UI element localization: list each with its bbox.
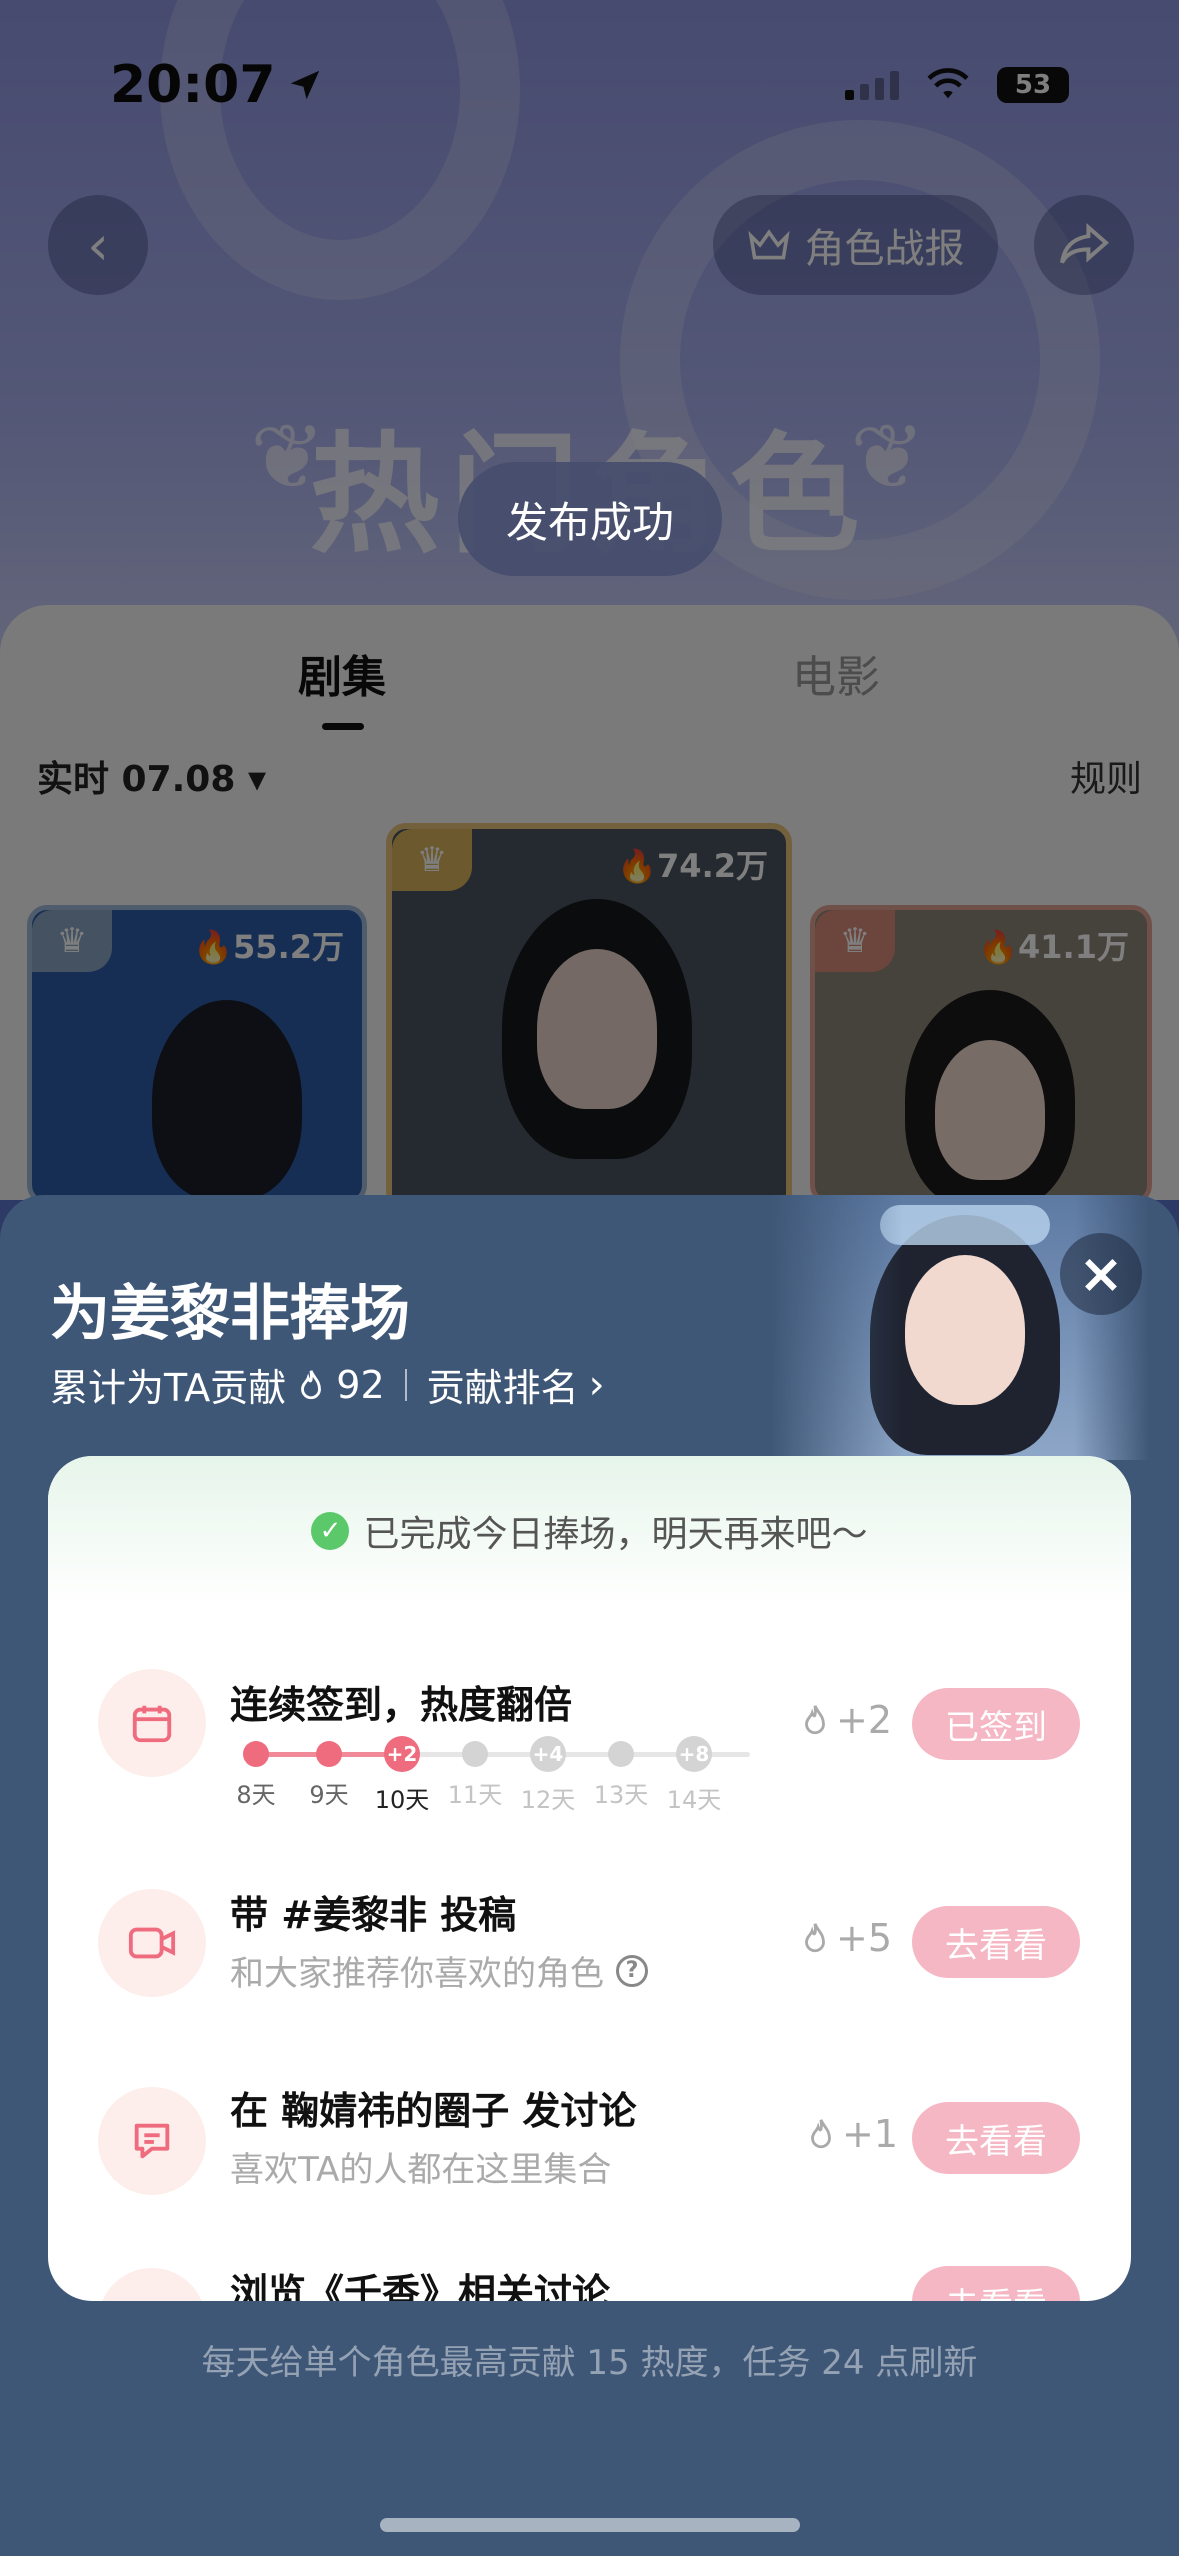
flame-icon <box>805 1705 825 1735</box>
task-desc-text: 和大家推荐你喜欢的角色 <box>230 1954 604 1994</box>
task-checkin: 连续签到，热度翻倍 8天 9天 +2 10天 11天 +4 12天 13天 +8… <box>48 1656 1131 1826</box>
contribution-value: 92 <box>336 1362 385 1407</box>
modal-overlay[interactable] <box>0 0 1179 1200</box>
task-desc: 喜欢TA的人都在这里集合 <box>230 2142 611 2191</box>
task-title: 连续签到，热度翻倍 <box>230 1683 573 1727</box>
task-title: 在 鞠婧祎的圈子 发讨论 <box>230 2089 637 2133</box>
streak-day: +4 12天 <box>512 1735 584 1815</box>
completion-message: 已完成今日捧场，明天再来吧～ <box>363 1514 868 1555</box>
sheet-footer-note: 每天给单个角色最高贡献 15 热度，任务 24 点刷新 <box>201 2343 978 2383</box>
streak-day: 8天 <box>220 1735 292 1810</box>
flame-icon <box>301 1369 322 1399</box>
task-points: +5 <box>800 1916 892 1960</box>
contribution-summary: 累计为TA贡献 92 贡献排名 › <box>50 1357 605 1412</box>
flame-icon <box>805 1923 825 1953</box>
flame-icon <box>811 2119 831 2149</box>
streak-day-label: 13天 <box>593 1781 649 1809</box>
go-see-button[interactable]: 去看看 <box>912 2266 1080 2301</box>
streak-day: 11天 <box>439 1735 511 1810</box>
browse-icon <box>98 2268 206 2301</box>
toast-message: 发布成功 <box>458 462 722 576</box>
video-camera-icon <box>98 1889 206 1997</box>
streak-dot <box>316 1741 342 1767</box>
completion-banner: ✓ 已完成今日捧场，明天再来吧～ <box>48 1456 1131 1606</box>
streak-day-label: 10天 <box>374 1786 430 1814</box>
task-desc: 和大家推荐你喜欢的角色 ? <box>230 1946 648 1995</box>
check-circle-icon: ✓ <box>311 1512 350 1550</box>
points-value: +5 <box>836 1916 893 1960</box>
task-discuss: 在 鞠婧祎的圈子 发讨论 喜欢TA的人都在这里集合 +1 去看看 <box>48 2074 1131 2244</box>
home-indicator[interactable] <box>380 2518 800 2532</box>
points-value: +2 <box>836 1698 893 1742</box>
task-browse: 浏览《千香》相关讨论 去看看 <box>48 2266 1131 2301</box>
contribution-rank-link[interactable]: 贡献排名 <box>427 1357 579 1412</box>
support-sheet: × 为姜黎非捧场 累计为TA贡献 92 贡献排名 › ✓ 已完成今日捧场，明天再… <box>0 1195 1179 2556</box>
go-see-button[interactable]: 去看看 <box>912 1906 1080 1978</box>
portrait-face <box>905 1255 1025 1405</box>
task-title: 浏览《千香》相关讨论 <box>230 2271 611 2301</box>
streak-day-label: 12天 <box>520 1786 576 1814</box>
chat-icon <box>98 2087 206 2195</box>
streak-day-label: 11天 <box>447 1781 503 1809</box>
streak-dot <box>243 1741 269 1767</box>
streak-day: 9天 <box>293 1735 365 1810</box>
streak-dot <box>462 1741 488 1767</box>
close-button[interactable]: × <box>1060 1233 1142 1315</box>
checkin-streak: 8天 9天 +2 10天 11天 +4 12天 13天 +8 14天 <box>220 1735 790 1815</box>
streak-day-label: 9天 <box>309 1781 349 1809</box>
streak-bonus-badge: +4 <box>530 1736 566 1772</box>
calendar-icon <box>98 1669 206 1777</box>
sheet-title: 为姜黎非捧场 <box>50 1279 410 1349</box>
chevron-right-icon: › <box>588 1361 605 1408</box>
close-icon: × <box>1078 1242 1124 1305</box>
go-see-button[interactable]: 去看看 <box>912 2102 1080 2174</box>
streak-day: +2 10天 <box>366 1735 438 1815</box>
streak-day-label: 14天 <box>666 1786 722 1814</box>
task-desc-text: 喜欢TA的人都在这里集合 <box>230 2150 612 2190</box>
divider <box>404 1368 407 1401</box>
task-list-card: ✓ 已完成今日捧场，明天再来吧～ 连续签到，热度翻倍 8天 9天 +2 10天 … <box>48 1456 1131 2301</box>
contribution-label: 累计为TA贡献 <box>50 1366 287 1410</box>
streak-day: +8 14天 <box>658 1735 730 1815</box>
portrait-headdress <box>880 1205 1050 1245</box>
streak-dot <box>608 1741 634 1767</box>
task-points: +1 <box>806 2112 898 2156</box>
task-post: 带 #姜黎非 投稿 和大家推荐你喜欢的角色 ? +5 去看看 <box>48 1876 1131 2046</box>
points-value: +1 <box>842 2112 899 2156</box>
task-points: +2 <box>800 1698 892 1742</box>
checked-in-button[interactable]: 已签到 <box>912 1688 1080 1760</box>
streak-bonus-badge: +8 <box>676 1736 712 1772</box>
help-icon[interactable]: ? <box>616 1954 648 1987</box>
streak-bonus-badge: +2 <box>384 1736 420 1772</box>
streak-day: 13天 <box>585 1735 657 1810</box>
streak-day-label: 8天 <box>236 1781 276 1809</box>
task-title: 带 #姜黎非 投稿 <box>230 1893 517 1937</box>
